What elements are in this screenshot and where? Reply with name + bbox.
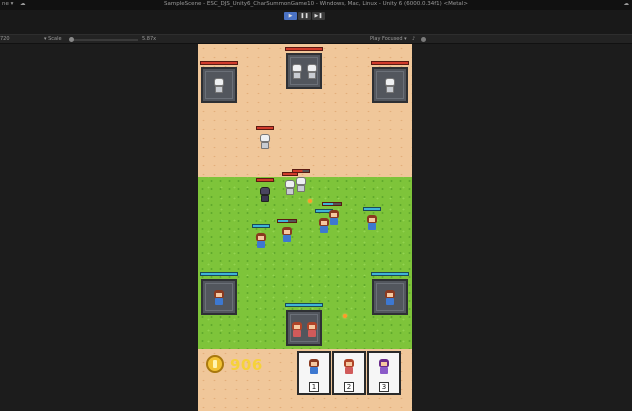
- hero-ally-icon: [366, 215, 378, 230]
- enemy-tower-center-hp-bar: [285, 47, 323, 51]
- pause-icon[interactable]: ❚❚: [298, 12, 311, 20]
- stats-toggle-icon[interactable]: [421, 37, 426, 42]
- ally-tower-center: [286, 310, 322, 346]
- ally-unit-hp-bar: [252, 224, 270, 228]
- account-icon[interactable]: ☁: [624, 0, 630, 8]
- purple-hero-icon: [378, 359, 390, 374]
- enemy-tower-center: [286, 53, 322, 89]
- hero-ally-icon: [255, 233, 267, 248]
- enemy-tower-right: [372, 67, 408, 103]
- skeleton-icon: [384, 78, 396, 93]
- hero-ally-icon: [213, 290, 225, 305]
- scale-slider[interactable]: [69, 37, 138, 42]
- play-focused-dropdown[interactable]: Play Focused ▾: [370, 35, 407, 44]
- scale-value: 5.87x: [142, 36, 157, 42]
- ally-unit-hp-bar: [363, 207, 381, 211]
- scale-slider-handle[interactable]: [69, 37, 74, 42]
- summon-card-number: 2: [343, 382, 355, 392]
- enemy-tower-right-hp-bar: [371, 61, 409, 65]
- coin-counter: 906: [230, 356, 263, 374]
- summon-card-number: 1: [308, 382, 320, 392]
- enemy-unit-hp-bar: [256, 178, 274, 182]
- summon-card-2[interactable]: 2: [332, 351, 366, 395]
- ally-tower-center-hp-bar: [285, 303, 323, 307]
- skeleton-icon: [306, 64, 318, 79]
- enemy-unit-hp-bar: [292, 169, 310, 173]
- play-icon[interactable]: ▶: [284, 12, 297, 20]
- hero-ally-icon: [281, 227, 293, 242]
- ally-tower-left: [201, 279, 237, 315]
- skeleton-icon: [291, 64, 303, 79]
- enemy-tower-left-hp-bar: [200, 61, 238, 65]
- summon-card-1[interactable]: 1: [297, 351, 331, 395]
- hero-ally-icon: [384, 290, 396, 305]
- ally-tower-right: [372, 279, 408, 315]
- main-toolbar: ▶ ❚❚ ▶❚: [0, 10, 632, 34]
- ally-unit-hp-bar: [322, 202, 342, 206]
- blue-hero-icon: [308, 359, 320, 374]
- ally-tower-left-hp-bar: [200, 272, 238, 276]
- hero-ally-icon: [291, 322, 303, 337]
- red-hero-icon: [343, 359, 355, 374]
- ally-unit-hp-bar: [277, 219, 297, 223]
- summon-card-3[interactable]: 3: [367, 351, 401, 395]
- skeleton-icon: [259, 134, 271, 149]
- hit-spark-icon: [343, 314, 347, 318]
- step-icon[interactable]: ▶❚: [312, 12, 325, 20]
- coin-icon: [206, 355, 224, 373]
- game-screen[interactable]: 906 1 2 3: [198, 44, 412, 411]
- enemy-unit-hp-bar: [256, 126, 274, 130]
- enemy-tower-left: [201, 67, 237, 103]
- scale-label: ▾ Scale: [44, 36, 62, 42]
- ghost-enemy-icon: [259, 187, 271, 202]
- window-title: SampleScene - ESC_DJS_Unity6_CharSummonG…: [164, 1, 468, 7]
- game-view-toolbar: 720 ▾ Scale 5.87x Play Focused ▾ ♪: [0, 34, 632, 44]
- skeleton-icon: [213, 78, 225, 93]
- window-titlebar: ne ▾ ☁ SampleScene - ESC_DJS_Unity6_Char…: [0, 0, 632, 10]
- hit-spark-icon: [308, 199, 312, 203]
- skeleton-icon: [295, 177, 307, 192]
- hero-ally-icon: [318, 218, 330, 233]
- playmode-controls: ▶ ❚❚ ▶❚: [284, 12, 325, 20]
- hero-ally-icon: [306, 322, 318, 337]
- summon-card-number: 3: [378, 382, 390, 392]
- game-viewport: 906 1 2 3: [0, 44, 632, 411]
- resolution-dropdown[interactable]: 720: [0, 35, 10, 44]
- speaker-icon[interactable]: ♪: [412, 35, 415, 44]
- ally-tower-right-hp-bar: [371, 272, 409, 276]
